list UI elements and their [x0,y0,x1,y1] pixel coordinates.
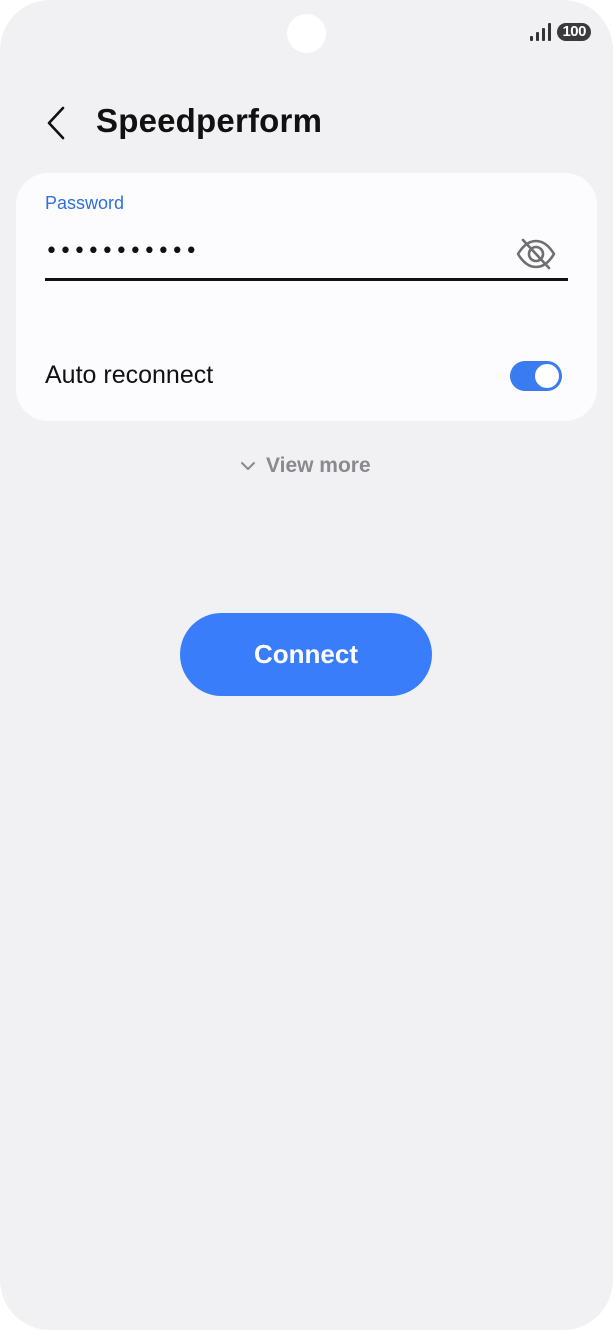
battery-badge: 100 [557,23,591,41]
toggle-password-visibility-button[interactable] [514,235,558,273]
front-camera-cutout [287,14,326,53]
password-underline [45,278,568,281]
phone-screen: 100 Speedperform Password Auto reconnect [0,0,613,1330]
back-button[interactable] [40,103,76,143]
auto-reconnect-toggle[interactable] [510,361,562,391]
chevron-left-icon [47,106,65,140]
toggle-knob [535,364,559,388]
auto-reconnect-label: Auto reconnect [45,361,214,389]
password-label: Password [45,193,125,213]
view-more-label: View more [266,454,371,477]
app-header: Speedperform [0,96,613,150]
status-bar-indicators: 100 [530,23,591,41]
settings-card: Password Auto reconnect [16,173,597,421]
password-input[interactable] [45,231,500,271]
connect-button[interactable]: Connect [180,613,432,696]
view-more-button[interactable]: View more [240,454,371,478]
signal-bars-icon [530,23,552,41]
page-title: Speedperform [96,102,323,139]
eye-off-icon [516,238,556,270]
chevron-down-icon [241,462,255,470]
